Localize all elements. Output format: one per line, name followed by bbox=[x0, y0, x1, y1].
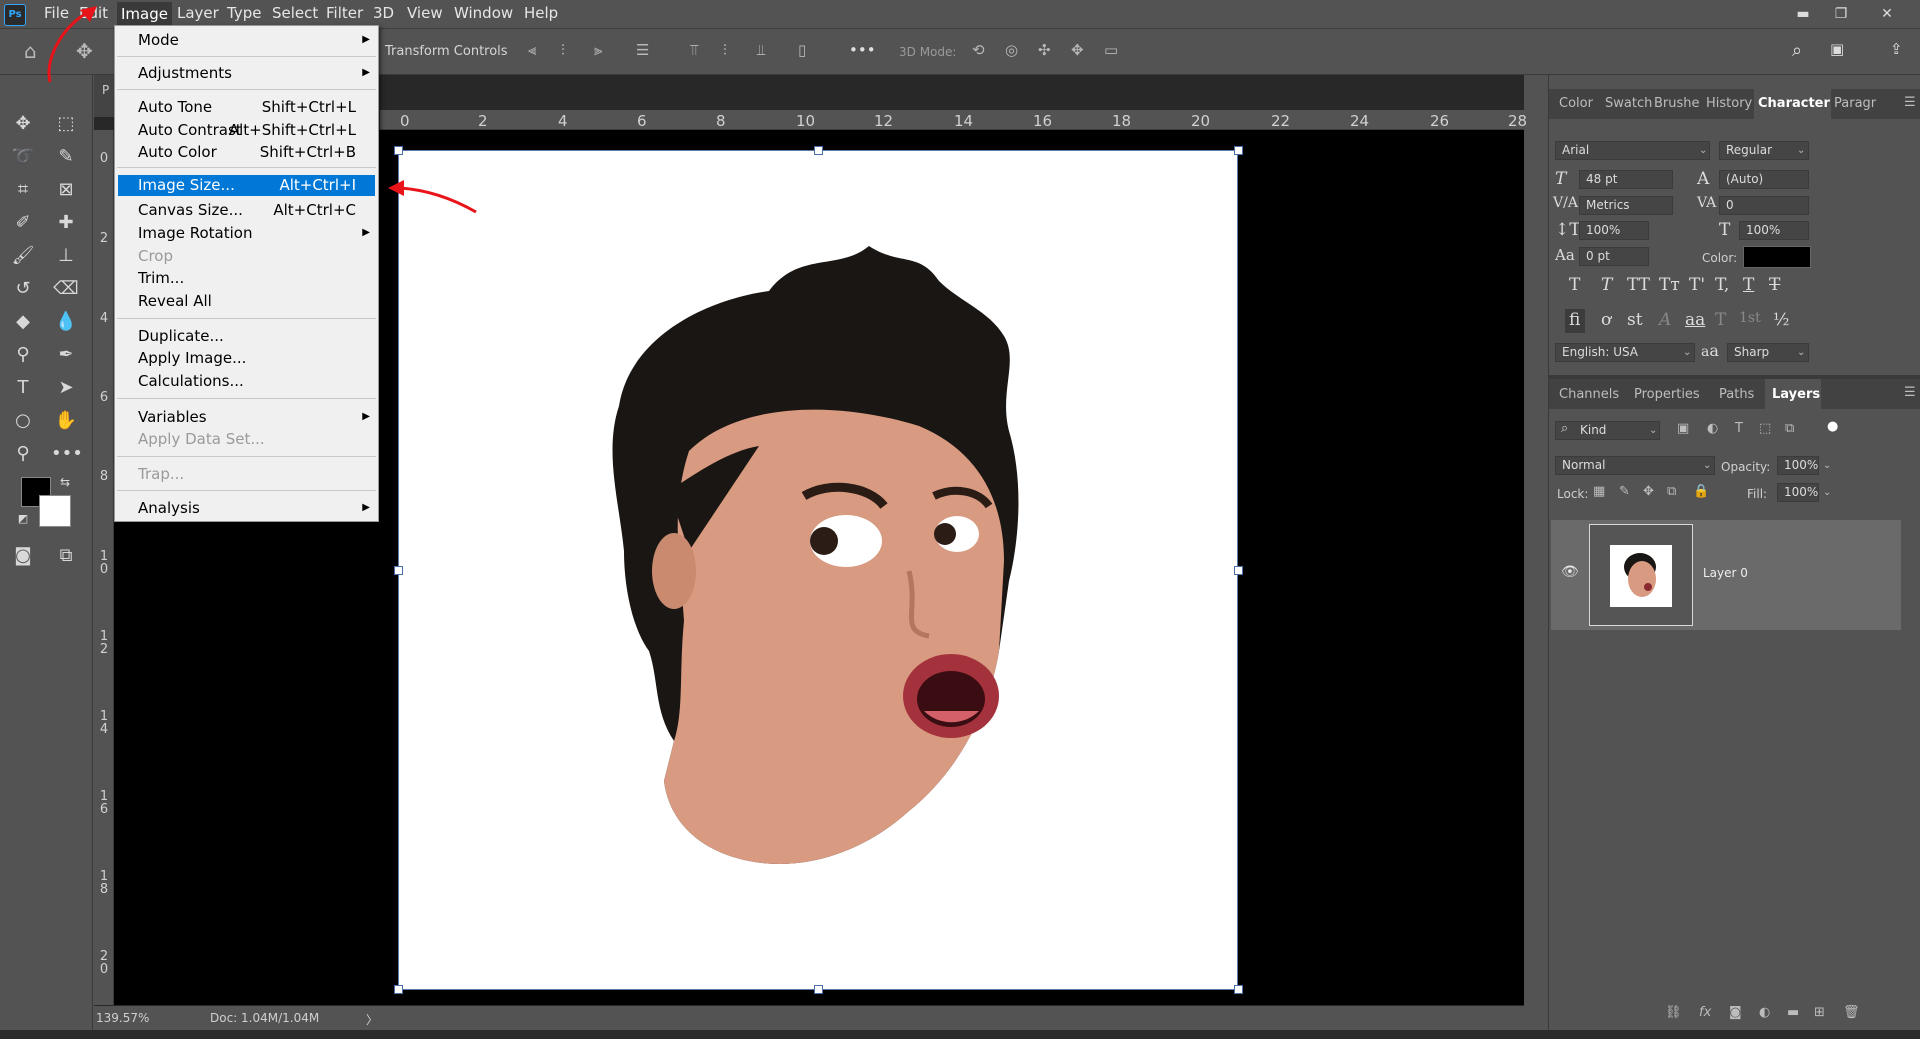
annotation-arrow-menu bbox=[47, 12, 86, 83]
annotation-arrows bbox=[47, 6, 477, 214]
arrowhead-icon bbox=[388, 180, 404, 196]
annotation-arrow-image-size bbox=[399, 186, 477, 214]
